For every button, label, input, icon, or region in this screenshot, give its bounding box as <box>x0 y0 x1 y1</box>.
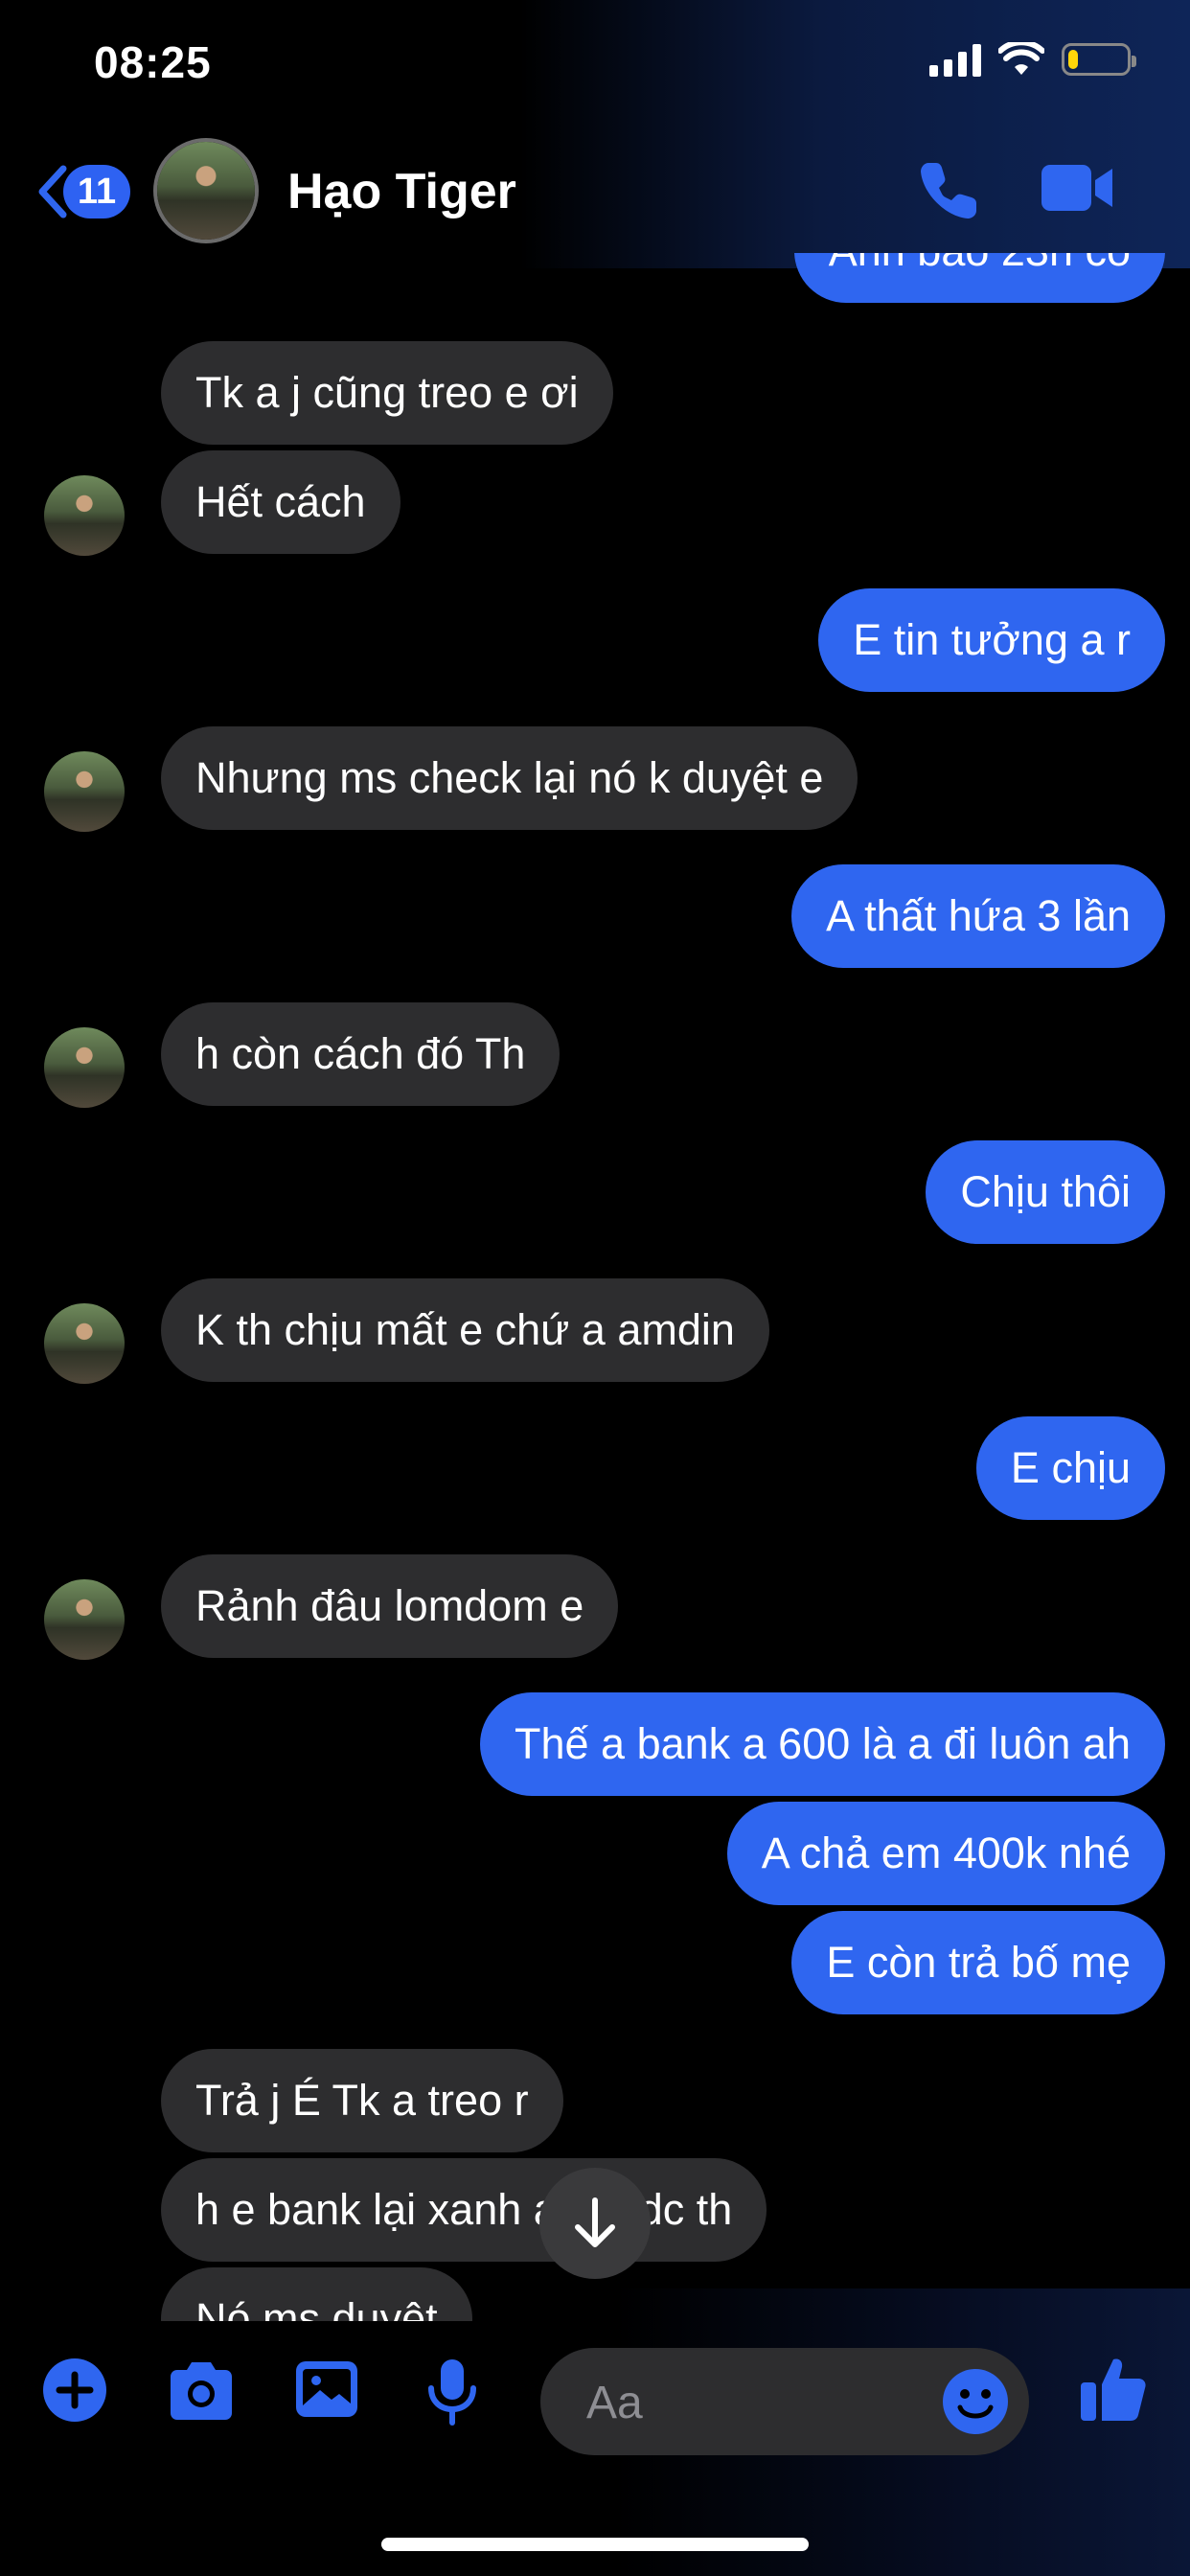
message-incoming[interactable]: Hết cách <box>161 450 400 554</box>
avatar-photo <box>44 1027 125 1108</box>
message-incoming[interactable]: Rảnh đâu lomdom e <box>161 1554 619 1658</box>
avatar-photo <box>44 475 125 556</box>
wifi-icon <box>998 42 1044 75</box>
status-icons <box>929 42 1136 77</box>
cellular-signal-icon <box>929 42 981 77</box>
message-outgoing[interactable]: E tin tưởng a r <box>818 588 1165 692</box>
message-outgoing[interactable]: A chả em 400k nhé <box>726 1802 1165 1905</box>
sender-avatar[interactable] <box>44 1027 125 1108</box>
message-incoming[interactable]: Nhưng ms check lại nó k duyệt e <box>161 726 858 830</box>
sender-avatar[interactable] <box>44 1579 125 1660</box>
message-incoming[interactable]: Trả j É Tk a treo r <box>161 2049 563 2152</box>
battery-level <box>1068 50 1078 69</box>
message-outgoing[interactable]: Chịu thôi <box>926 1140 1165 1244</box>
message-outgoing[interactable]: Thế a bank a 600 là a đi luôn ah <box>480 1692 1165 1796</box>
contact-avatar[interactable] <box>153 138 259 243</box>
message-incoming[interactable]: Nó ms duyệt <box>161 2267 472 2321</box>
avatar-photo <box>44 1579 125 1660</box>
more-actions-button[interactable] <box>40 2356 109 2429</box>
gallery-button[interactable] <box>293 2356 360 2429</box>
arrow-down-icon <box>575 2197 615 2247</box>
message-composer: Aa <box>0 2338 1190 2463</box>
message-input-placeholder: Aa <box>586 2378 643 2428</box>
camera-button[interactable] <box>165 2356 238 2429</box>
like-button[interactable] <box>1077 2352 1150 2429</box>
video-icon <box>1041 165 1112 211</box>
conversation-header: 11 Hạo Tiger <box>0 134 1190 253</box>
message-outgoing[interactable]: E chịu <box>975 1416 1165 1520</box>
status-time: 08:25 <box>94 37 212 87</box>
plus-icon <box>43 2358 106 2422</box>
message-incoming[interactable]: K th chịu mất e chứ a amdin <box>161 1278 769 1382</box>
video-call-button[interactable] <box>1040 159 1116 221</box>
camera-icon <box>171 2362 232 2420</box>
contact-name[interactable]: Hạo Tiger <box>287 163 516 220</box>
avatar-photo <box>44 751 125 832</box>
avatar-photo <box>157 142 255 240</box>
phone-icon <box>921 163 976 218</box>
message-outgoing[interactable]: Anh bảo 23h có <box>793 253 1165 303</box>
message-outgoing[interactable]: A thất hứa 3 lần <box>791 864 1165 968</box>
sender-avatar[interactable] <box>44 475 125 556</box>
emoji-button[interactable] <box>941 2367 1010 2441</box>
unread-count-badge: 11 <box>63 165 130 218</box>
message-incoming[interactable]: h còn cách đó Th <box>161 1002 561 1106</box>
message-list[interactable]: Anh bảo 23h có Tk a j cũng treo e ơi Hết… <box>0 253 1190 2321</box>
thumbs-up-icon <box>1081 2358 1146 2421</box>
message-incoming[interactable]: h e bank lại xanh a ms dc th <box>161 2158 767 2262</box>
gallery-icon <box>296 2361 357 2417</box>
voice-message-button[interactable] <box>423 2356 481 2433</box>
avatar-photo <box>44 1303 125 1384</box>
sender-avatar[interactable] <box>44 1303 125 1384</box>
back-button[interactable]: 11 <box>36 163 130 220</box>
battery-icon <box>1062 43 1136 76</box>
message-incoming[interactable]: Tk a j cũng treo e ơi <box>161 341 613 445</box>
message-input[interactable]: Aa <box>540 2348 1029 2455</box>
emoji-icon <box>943 2369 1008 2434</box>
sender-avatar[interactable] <box>44 751 125 832</box>
scroll-to-bottom-button[interactable] <box>539 2168 651 2279</box>
mic-icon <box>428 2359 476 2426</box>
message-outgoing[interactable]: E còn trả bố mẹ <box>791 1911 1165 2014</box>
home-indicator <box>381 2538 809 2551</box>
voice-call-button[interactable] <box>915 155 984 229</box>
